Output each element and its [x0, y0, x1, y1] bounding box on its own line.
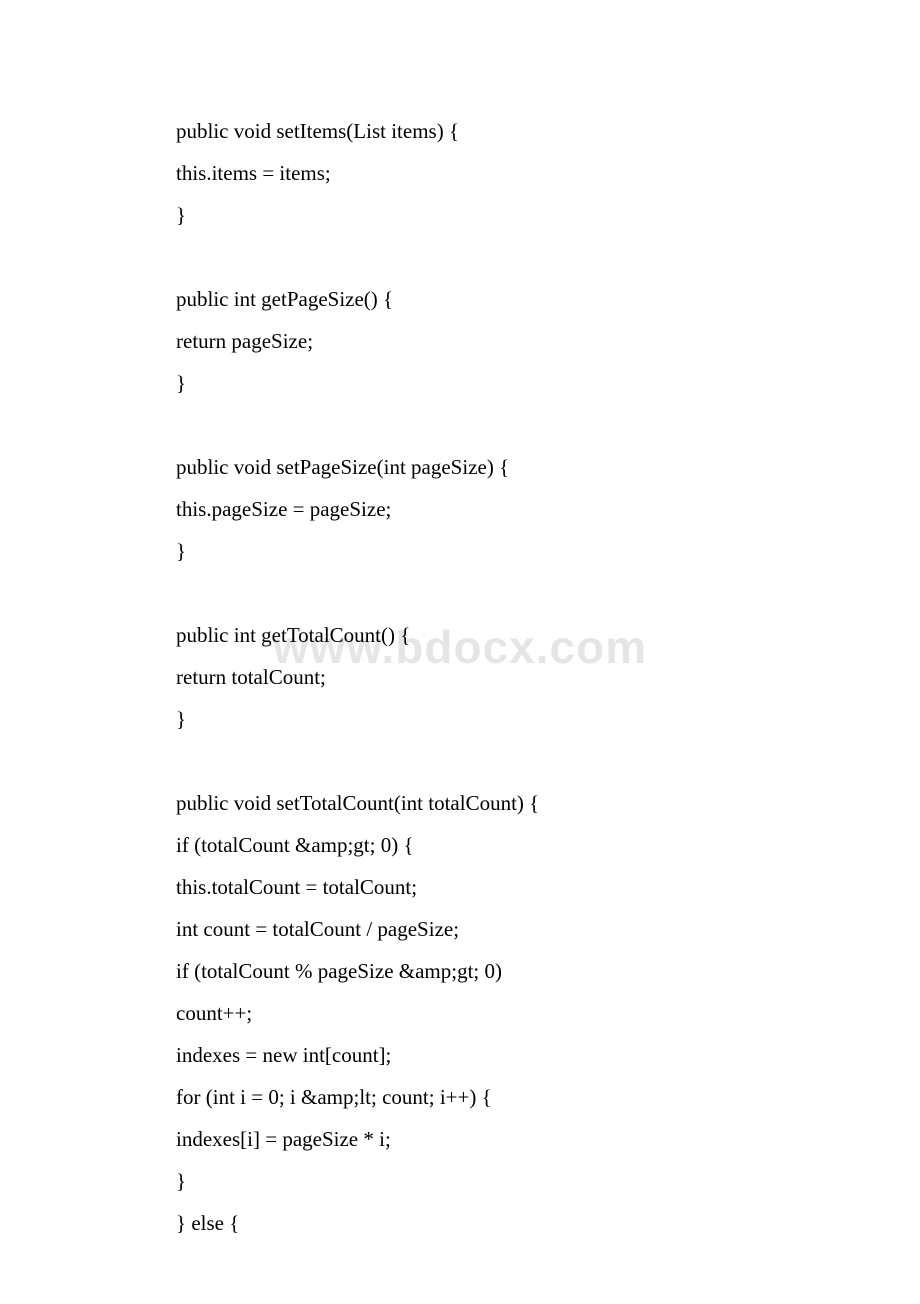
code-line: if (totalCount % pageSize &amp;gt; 0) [176, 950, 830, 992]
code-line: count++; [176, 992, 830, 1034]
code-line: } [176, 530, 830, 572]
code-line: public int getPageSize() { [176, 278, 830, 320]
blank-line [176, 404, 830, 446]
code-line: indexes = new int[count]; [176, 1034, 830, 1076]
code-line: public void setItems(List items) { [176, 110, 830, 152]
code-line: public int getTotalCount() { [176, 614, 830, 656]
code-line: return totalCount; [176, 656, 830, 698]
code-line: for (int i = 0; i &amp;lt; count; i++) { [176, 1076, 830, 1118]
code-line: indexes[i] = pageSize * i; [176, 1118, 830, 1160]
document-page: www.bdocx.com public void setItems(List … [0, 0, 920, 1304]
code-line: public void setPageSize(int pageSize) { [176, 446, 830, 488]
code-line: } [176, 698, 830, 740]
code-line: int count = totalCount / pageSize; [176, 908, 830, 950]
code-line: } [176, 194, 830, 236]
code-line: } [176, 362, 830, 404]
code-line: public void setTotalCount(int totalCount… [176, 782, 830, 824]
blank-line [176, 740, 830, 782]
code-line: } else { [176, 1202, 830, 1244]
code-line: } [176, 1160, 830, 1202]
code-line: if (totalCount &amp;gt; 0) { [176, 824, 830, 866]
blank-line [176, 236, 830, 278]
code-line: return pageSize; [176, 320, 830, 362]
code-line: this.pageSize = pageSize; [176, 488, 830, 530]
blank-line [176, 572, 830, 614]
code-line: this.totalCount = totalCount; [176, 866, 830, 908]
code-line: this.items = items; [176, 152, 830, 194]
